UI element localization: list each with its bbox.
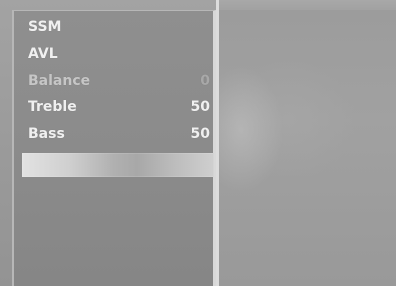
menu-item-value: 50	[190, 99, 210, 115]
menu-item-value: 0	[200, 73, 210, 89]
menu-item-treble[interactable]: Treble 50	[28, 95, 214, 119]
menu-item-bass[interactable]: Bass 50	[28, 122, 214, 146]
menu-item-label: Balance	[28, 73, 91, 89]
preview-area	[219, 10, 396, 286]
menu-item-label: AVL	[28, 46, 58, 62]
menu-item-balance[interactable]: Balance 0	[28, 69, 214, 93]
panel-divider	[216, 0, 219, 286]
selection-highlight-bar[interactable]	[22, 153, 214, 177]
menu-item-value: 50	[190, 126, 210, 142]
menu-item-label: Bass	[28, 126, 65, 142]
sound-menu-list: SSM AVL Balance 0 Treble 50 Bass 50	[14, 11, 214, 286]
menu-item-ssm[interactable]: SSM	[28, 15, 214, 39]
menu-item-label: Treble	[28, 99, 77, 115]
menu-item-avl[interactable]: AVL	[28, 42, 214, 66]
menu-item-label: SSM	[28, 19, 62, 35]
sound-menu-panel: SSM AVL Balance 0 Treble 50 Bass 50	[12, 10, 216, 286]
